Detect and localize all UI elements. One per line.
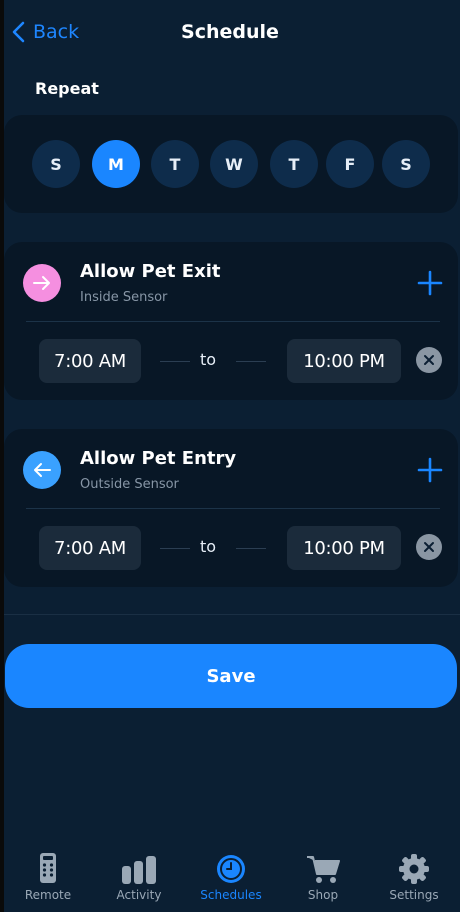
- repeat-days-card: S M T W T F S: [4, 115, 458, 213]
- rule-title: Allow Pet Entry: [80, 448, 237, 469]
- tab-activity[interactable]: Activity: [94, 850, 184, 910]
- allow-pet-exit-card: Allow Pet Exit Inside Sensor 7:00 AM to …: [4, 242, 458, 400]
- arrow-right-icon: [23, 264, 61, 302]
- divider: [26, 508, 440, 509]
- cart-icon: [306, 850, 340, 884]
- close-icon: [424, 542, 434, 552]
- tab-label: Schedules: [200, 888, 262, 902]
- bar-chart-icon: [121, 850, 157, 884]
- tab-bar: Remote Activity Schedules Shop Settings: [0, 840, 460, 912]
- rule-subtitle: Outside Sensor: [80, 477, 179, 492]
- day-tuesday-button[interactable]: T: [151, 140, 199, 188]
- day-friday-button[interactable]: F: [326, 140, 374, 188]
- start-time-field[interactable]: 7:00 AM: [39, 339, 141, 383]
- day-saturday-button[interactable]: S: [382, 140, 430, 188]
- page-title: Schedule: [181, 21, 279, 43]
- remove-time-button[interactable]: [416, 347, 442, 373]
- dash: [160, 361, 190, 362]
- tab-schedules[interactable]: Schedules: [186, 850, 276, 910]
- add-time-button[interactable]: [417, 270, 443, 296]
- dash: [236, 548, 266, 549]
- rule-subtitle: Inside Sensor: [80, 290, 168, 305]
- clock-icon: [216, 850, 246, 884]
- day-monday-button[interactable]: M: [92, 140, 140, 188]
- end-time-field[interactable]: 10:00 PM: [287, 526, 401, 570]
- tab-settings[interactable]: Settings: [369, 850, 459, 910]
- gear-icon: [399, 850, 429, 884]
- tab-shop[interactable]: Shop: [278, 850, 368, 910]
- tab-label: Shop: [307, 888, 339, 902]
- close-icon: [424, 355, 434, 365]
- tab-label: Activity: [116, 888, 162, 902]
- remote-icon: [38, 850, 58, 884]
- add-time-button[interactable]: [417, 457, 443, 483]
- divider: [26, 321, 440, 322]
- arrow-left-icon: [23, 451, 61, 489]
- save-button[interactable]: Save: [5, 644, 457, 708]
- dash: [236, 361, 266, 362]
- allow-pet-entry-card: Allow Pet Entry Outside Sensor 7:00 AM t…: [4, 429, 458, 587]
- start-time-field[interactable]: 7:00 AM: [39, 526, 141, 570]
- header: Back Schedule: [0, 0, 460, 68]
- day-sunday-button[interactable]: S: [32, 140, 80, 188]
- tab-remote[interactable]: Remote: [3, 850, 93, 910]
- to-label: to: [200, 350, 217, 369]
- day-wednesday-button[interactable]: W: [210, 140, 258, 188]
- tab-label: Remote: [24, 888, 72, 902]
- tab-label: Settings: [389, 888, 439, 902]
- day-thursday-button[interactable]: T: [270, 140, 318, 188]
- rule-title: Allow Pet Exit: [80, 261, 221, 282]
- divider: [4, 614, 460, 615]
- end-time-field[interactable]: 10:00 PM: [287, 339, 401, 383]
- remove-time-button[interactable]: [416, 534, 442, 560]
- to-label: to: [200, 537, 217, 556]
- repeat-label: Repeat: [35, 79, 99, 98]
- dash: [160, 548, 190, 549]
